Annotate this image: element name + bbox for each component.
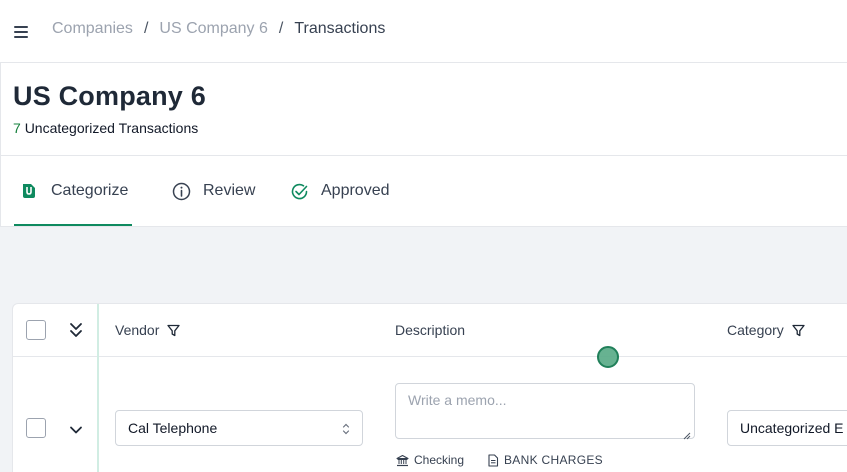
transaction-type: BANK CHARGES [504, 453, 603, 467]
table-header: Vendor Description Category [13, 304, 847, 357]
column-category-label: Category [727, 322, 784, 338]
account-name: Checking [414, 453, 465, 467]
column-header-vendor: Vendor [115, 322, 181, 338]
tab-review-label: Review [203, 182, 256, 199]
breadcrumb: Companies / US Company 6 / Transactions [52, 20, 385, 38]
breadcrumb-separator: / [278, 20, 284, 37]
uncategorized-label: Uncategorized Transactions [24, 120, 199, 136]
vendor-select[interactable]: Cal Telephone [115, 410, 363, 446]
memo-textarea[interactable] [396, 384, 694, 438]
category-select-value: Uncategorized E [740, 420, 844, 436]
column-description-label: Description [395, 322, 466, 338]
page-title: US Company 6 [13, 81, 206, 111]
expand-row-chevron-icon[interactable] [69, 422, 83, 434]
breadcrumb-separator: / [143, 20, 149, 37]
tab-categorize-label: Categorize [51, 182, 129, 199]
transactions-table: Vendor Description Category Cal Telephon… [12, 303, 847, 472]
breadcrumb-companies-link[interactable]: Companies [52, 20, 133, 38]
hamburger-menu-icon[interactable] [14, 26, 28, 38]
tab-approved-label: Approved [321, 182, 390, 199]
category-filter-icon[interactable] [792, 324, 805, 337]
memo-field[interactable] [395, 383, 695, 440]
select-all-checkbox[interactable] [26, 320, 46, 340]
cursor-indicator [597, 346, 619, 368]
column-header-description: Description [395, 322, 465, 338]
column-header-category: Category [727, 322, 805, 338]
bank-icon [396, 454, 409, 466]
categorize-tag-icon [19, 181, 39, 201]
breadcrumb-company-link[interactable]: US Company 6 [159, 20, 268, 38]
vendor-select-value: Cal Telephone [128, 420, 218, 436]
uncategorized-count: 7 [13, 120, 21, 136]
tab-review[interactable]: Review [171, 156, 255, 226]
resize-grip-icon[interactable] [683, 427, 691, 440]
select-updown-icon [342, 422, 350, 436]
check-circle-icon [289, 181, 309, 201]
vendor-filter-icon[interactable] [167, 324, 181, 337]
tab-approved[interactable]: Approved [289, 156, 390, 226]
category-select[interactable]: Uncategorized E [727, 410, 847, 446]
top-bar: Companies / US Company 6 / Transactions [0, 0, 847, 63]
expand-all-chevrons-icon[interactable] [69, 321, 83, 339]
tab-categorize[interactable]: Categorize [13, 156, 133, 226]
column-vendor-label: Vendor [115, 322, 160, 338]
account-info: Checking [396, 453, 464, 467]
tab-bar: Categorize Review Approved [0, 156, 847, 227]
transaction-type-info: BANK CHARGES [487, 453, 603, 467]
document-icon [488, 453, 499, 467]
row-checkbox[interactable] [26, 418, 46, 438]
info-circle-icon [171, 181, 191, 201]
breadcrumb-current: Transactions [294, 20, 386, 37]
uncategorized-summary: 7 Uncategorized Transactions [13, 120, 198, 136]
sticky-column-divider [97, 304, 99, 472]
page-header: US Company 6 7 Uncategorized Transaction… [0, 63, 847, 156]
